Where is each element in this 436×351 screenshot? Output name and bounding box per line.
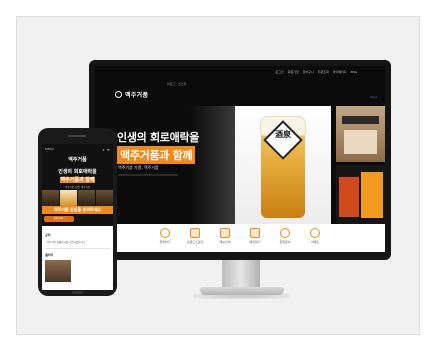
mobile-headline: 인생의 회로애락을 bbox=[58, 169, 97, 175]
menu-icon[interactable]: ≡ bbox=[107, 147, 110, 152]
mobile-logo[interactable]: 맥주거품 bbox=[42, 156, 113, 163]
divider bbox=[45, 248, 110, 249]
mobile-screen: MENU ⌕ ≡ 맥주거품 인생의 회로애락을 맥주거품과 함께 맥주거품 가맹… bbox=[42, 144, 113, 290]
desktop-sns-links: 블로그 인스타 bbox=[167, 82, 187, 86]
store-sign bbox=[342, 116, 379, 124]
quick-menu-label: 창업하기 bbox=[159, 240, 171, 244]
quick-menu-label: 이벤트 bbox=[310, 240, 320, 244]
beer-glass-icon: 酒泉 bbox=[257, 116, 309, 220]
mobile-photo-strip bbox=[42, 190, 113, 206]
photo-tile[interactable] bbox=[60, 190, 77, 206]
sns-link[interactable]: 인스타 bbox=[178, 82, 186, 86]
desktop-topbar: 로그인 회원가입 장바구니 주문조회 마이페이지 ENG bbox=[95, 66, 385, 80]
mobile-phone: MENU ⌕ ≡ 맥주거품 인생의 회로애락을 맥주거품과 함께 맥주거품 가맹… bbox=[38, 128, 117, 296]
store-icon bbox=[190, 228, 200, 238]
glass-badge-text: 酒泉 bbox=[275, 130, 291, 139]
hero-beer-image: 酒泉 bbox=[235, 106, 331, 224]
quick-menu-item[interactable]: 브랜드스토리 bbox=[186, 228, 204, 252]
event-icon bbox=[310, 228, 320, 238]
gallery-thumbnail[interactable] bbox=[45, 260, 71, 282]
phone-speaker bbox=[68, 135, 86, 137]
store-window bbox=[344, 130, 377, 154]
desktop-monitor: 로그인 회원가입 장바구니 주문조회 마이페이지 ENG 블로그 인스타 맥주거… bbox=[89, 60, 391, 260]
quick-menu-label: 브랜드스토리 bbox=[186, 240, 204, 244]
hero-gradient bbox=[190, 106, 235, 224]
photo-tile[interactable] bbox=[42, 190, 59, 206]
desktop-screen: 로그인 회원가입 장바구니 주문조회 마이페이지 ENG 블로그 인스타 맥주거… bbox=[95, 66, 385, 252]
mobile-orange-banner[interactable]: 맥주거품 창업을 문의하세요 bbox=[42, 206, 113, 214]
store-photo[interactable] bbox=[336, 106, 385, 162]
mobile-cta-button[interactable]: 창업문의 › bbox=[44, 216, 74, 222]
quick-menu-item[interactable]: 메뉴안내 bbox=[216, 228, 234, 252]
poster-red bbox=[339, 177, 359, 217]
gallery-title: 갤러리 bbox=[45, 253, 54, 257]
mobile-headline-highlight-text: 맥주거품과 함께 bbox=[59, 177, 96, 183]
top-link[interactable]: 마이페이지 bbox=[333, 70, 347, 74]
hero-divider bbox=[118, 174, 178, 176]
monitor-stand-neck bbox=[222, 260, 260, 290]
quick-menu-label: 메뉴안내 bbox=[219, 240, 231, 244]
top-link[interactable]: 로그인 bbox=[275, 70, 283, 74]
top-link[interactable]: 장바구니 bbox=[303, 70, 314, 74]
mobile-subtitle: 맥주거품 가맹, 맥주거품 bbox=[64, 186, 91, 189]
logo-text: 맥주거품 bbox=[125, 92, 149, 99]
map-icon bbox=[250, 228, 260, 238]
logo-icon bbox=[115, 91, 122, 98]
hero-headline-highlight: 맥주거품과 함께 bbox=[117, 146, 196, 164]
quick-menu-item[interactable]: 매장찾기 bbox=[246, 228, 264, 252]
mobile-menu-label[interactable]: MENU bbox=[45, 147, 54, 151]
top-link[interactable]: 회원가입 bbox=[288, 70, 299, 74]
menu-icon bbox=[220, 228, 230, 238]
desktop-logo[interactable]: 맥주거품 bbox=[115, 90, 148, 99]
photo-tile[interactable] bbox=[78, 190, 95, 206]
top-link[interactable]: 주문조회 bbox=[318, 70, 329, 74]
poster-orange bbox=[361, 172, 383, 218]
quick-menu-item[interactable]: 창업하기 bbox=[156, 228, 174, 252]
hero-headline: 인생의 회로애락을 bbox=[117, 131, 200, 144]
beer-icon bbox=[160, 228, 170, 238]
notice-item[interactable]: · 맥주거품 홈페이지를 오픈하였습니다 bbox=[45, 240, 85, 244]
top-link[interactable]: ENG bbox=[351, 70, 357, 74]
notice-title: 공지 bbox=[45, 233, 51, 237]
quick-menu-bar: 창업하기 브랜드스토리 메뉴안내 매장찾기 창업문의 이벤트 bbox=[95, 224, 385, 252]
notice-icon bbox=[280, 228, 290, 238]
desktop-nav-hint[interactable]: Para bbox=[370, 95, 377, 99]
preview-card: 로그인 회원가입 장바구니 주문조회 마이페이지 ENG 블로그 인스타 맥주거… bbox=[16, 16, 420, 335]
phone-home-indicator bbox=[72, 291, 83, 294]
mobile-header-icons: ⌕ ≡ bbox=[102, 147, 110, 152]
hero-subtitle: 맥주거품 가맹, 맥주거품 bbox=[118, 165, 159, 170]
desktop-top-links: 로그인 회원가입 장바구니 주문조회 마이페이지 ENG bbox=[275, 70, 357, 74]
sns-link[interactable]: 블로그 bbox=[167, 82, 175, 86]
quick-menu-label: 매장찾기 bbox=[249, 240, 261, 244]
quick-menu-item[interactable]: 창업문의 bbox=[276, 228, 294, 252]
monitor-stand-base bbox=[200, 287, 284, 295]
quick-menu-item[interactable]: 이벤트 bbox=[306, 228, 324, 252]
mobile-hero: MENU ⌕ ≡ 맥주거품 인생의 회로애락을 맥주거품과 함께 맥주거품 가맹… bbox=[42, 144, 113, 226]
quick-menu-label: 창업문의 bbox=[279, 240, 291, 244]
search-icon[interactable]: ⌕ bbox=[102, 147, 104, 152]
photo-tile[interactable] bbox=[96, 190, 113, 206]
mobile-headline-highlight: 맥주거품과 함께 bbox=[42, 176, 113, 183]
